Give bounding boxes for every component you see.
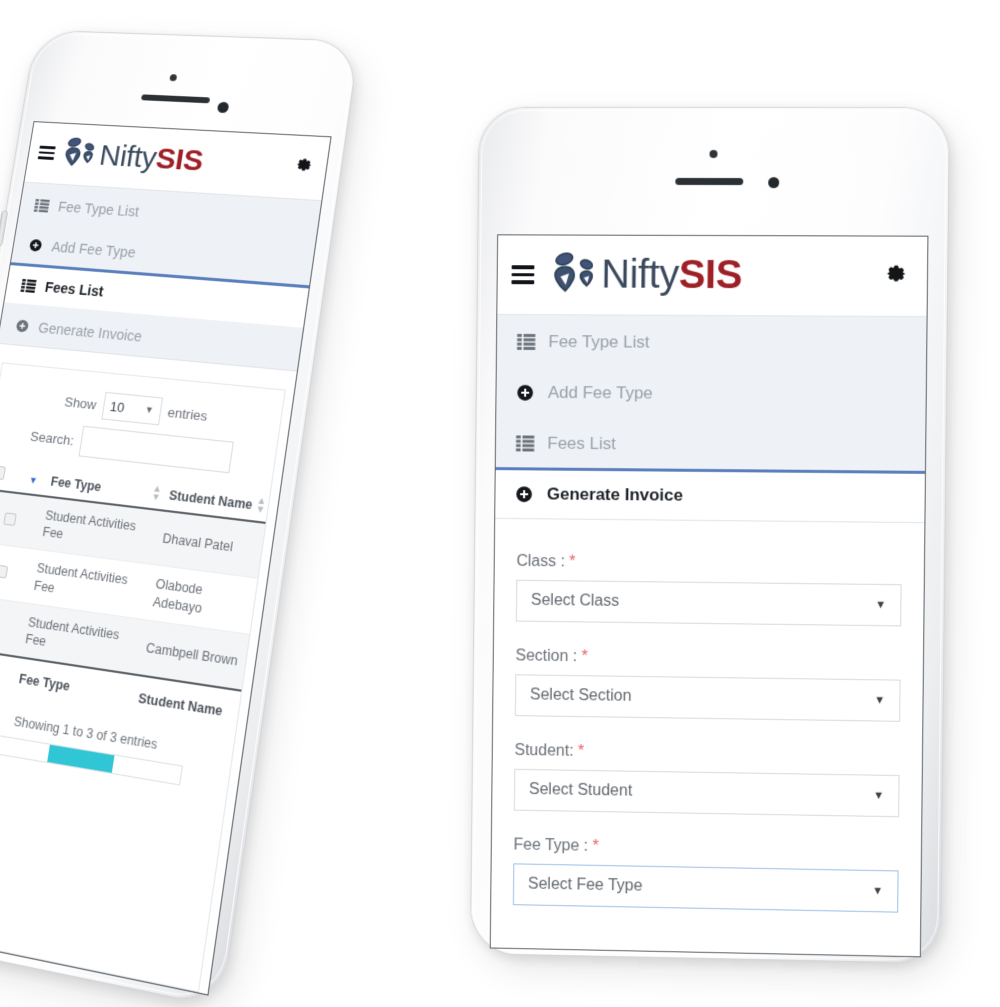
select-student[interactable]: Select Student ▼ [514,769,900,817]
label-text: Section : [515,647,577,665]
tab-label: Generate Invoice [37,319,143,344]
chevron-down-icon: ▼ [874,695,885,706]
tab-fee-type-list[interactable]: Fee Type List [497,315,927,368]
form-group-student: Student: * Select Student ▼ [514,742,900,817]
chevron-down-icon: ▼ [873,790,884,801]
form-group-fee-type: Fee Type : * Select Fee Type ▼ [513,836,899,912]
sort-descending-icon: ▼ [28,475,38,486]
generate-invoice-form: Class : * Select Class ▼ Section : * Sel… [491,519,925,956]
sort-icon: ▲ ▼ [151,485,163,502]
column-label: Fee Type [50,474,102,494]
brand-logo[interactable]: NiftySIS [552,251,881,299]
label-class: Class : * [516,553,901,575]
app-navbar: NiftySIS [497,235,927,317]
tab-fees-list[interactable]: Fees List [496,416,926,471]
app-viewport-right: NiftySIS Fee Type List Add Fee Type Fees… [491,235,928,956]
sort-icon: ▲ ▼ [255,497,267,514]
label-fee-type: Fee Type : * [513,836,898,861]
right-phone-mockup: NiftySIS Fee Type List Add Fee Type Fees… [478,108,998,968]
required-asterisk: * [592,838,598,855]
list-icon [33,198,51,212]
tab-label: Fees List [44,279,105,300]
brand-name-accent: SIS [679,253,743,297]
gear-icon[interactable] [880,260,909,293]
brand-name-accent: SIS [154,142,206,177]
column-label: Student Name [168,488,253,513]
tab-label: Add Fee Type [50,239,136,261]
phone-screen-left: NiftySIS Fee Type List Add Fee Type Fees… [0,122,330,994]
row-checkbox[interactable] [4,512,18,526]
plus-circle-icon [513,485,535,503]
form-group-section: Section : * Select Section ▼ [515,647,901,721]
app-viewport-left: NiftySIS Fee Type List Add Fee Type Fees… [0,122,330,994]
label-student: Student: * [514,742,899,766]
tab-label: Generate Invoice [547,484,683,505]
brand-name-primary: Nifty [97,139,159,174]
tab-label: Fee Type List [57,199,140,220]
tab-label: Add Fee Type [548,383,653,404]
show-label: Show [63,394,97,412]
plus-circle-icon [26,238,44,253]
form-group-class: Class : * Select Class ▼ [516,553,902,627]
fees-list-panel: Show 10 ▼ entries Search: ▼ Fee Type ▲ ▼… [0,362,286,992]
chevron-down-icon: ▼ [144,405,154,415]
tab-label: Fee Type List [548,332,649,353]
nav-tabs-left: Fee Type List Add Fee Type Fees List Gen… [0,183,321,372]
hamburger-menu-icon[interactable] [38,146,56,160]
entries-label: entries [167,404,209,424]
silent-switch[interactable] [0,211,7,244]
label-text: Class : [516,553,565,570]
list-icon [514,435,536,451]
plus-circle-icon [514,384,536,402]
chevron-down-icon: ▼ [872,886,883,897]
select-fee-type[interactable]: Select Fee Type ▼ [513,863,899,912]
people-logo-icon [61,136,99,173]
tab-generate-invoice[interactable]: Generate Invoice [495,467,925,522]
people-logo-icon [552,251,598,298]
hamburger-menu-icon[interactable] [511,265,534,284]
label-text: Fee Type : [513,836,588,854]
required-asterisk: * [569,553,575,570]
fees-datatable: ▼ Fee Type ▲ ▼ Student Name ▲ ▼ Student … [0,458,270,736]
label-text: Student: [514,742,573,760]
select-value: Select Class [531,592,619,611]
earpiece-speaker [675,178,743,185]
page-length-value: 10 [109,399,126,416]
select-value: Select Section [530,686,632,705]
select-value: Select Student [529,781,632,801]
left-phone-mockup: NiftySIS Fee Type List Add Fee Type Fees… [28,36,448,996]
select-class[interactable]: Select Class ▼ [516,580,902,627]
chevron-down-icon: ▼ [875,599,886,610]
gear-icon[interactable] [290,154,315,181]
tab-add-fee-type[interactable]: Add Fee Type [496,366,926,420]
select-value: Select Fee Type [528,876,643,896]
phone-body-left: NiftySIS Fee Type List Add Fee Type Fees… [0,31,359,1007]
label-section: Section : * [515,647,900,670]
phone-body-right: NiftySIS Fee Type List Add Fee Type Fees… [471,108,949,963]
front-camera-icon [709,150,717,158]
page-length-select[interactable]: 10 ▼ [101,392,163,426]
proximity-sensor [217,102,230,113]
required-asterisk: * [581,648,587,665]
front-camera-icon [169,74,177,81]
list-icon [20,278,38,292]
earpiece-speaker [141,94,210,103]
select-all-checkbox[interactable] [0,465,6,480]
app-navbar: NiftySIS [24,122,330,201]
select-section[interactable]: Select Section ▼ [515,674,901,722]
search-label: Search: [29,428,75,448]
proximity-sensor [768,177,779,188]
tab-label: Fees List [547,434,616,454]
required-asterisk: * [578,743,584,760]
brand-name-primary: Nifty [601,253,679,297]
phone-screen-right: NiftySIS Fee Type List Add Fee Type Fees… [491,235,928,956]
plus-circle-icon [13,318,31,333]
brand-logo[interactable]: NiftySIS [61,136,294,184]
list-icon [515,334,537,350]
nav-tabs-right: Fee Type List Add Fee Type Fees List Gen… [495,315,926,523]
